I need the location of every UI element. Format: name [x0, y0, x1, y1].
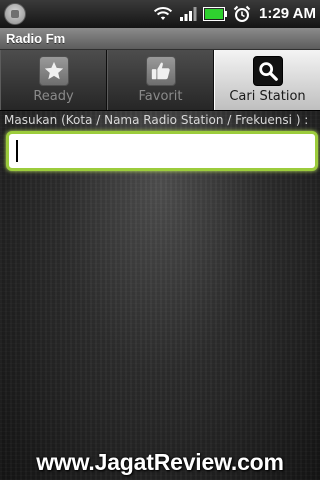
search-panel: Masukan (Kota / Nama Radio Station / Fre… — [0, 111, 320, 480]
signal-icon — [180, 7, 197, 21]
tab-favorit-label: Favorit — [138, 89, 183, 104]
thumbs-up-icon — [145, 56, 176, 86]
tab-cari-station-label: Cari Station — [229, 89, 306, 104]
tab-favorit[interactable]: Favorit — [107, 50, 214, 110]
search-icon — [252, 56, 283, 86]
battery-icon — [203, 7, 228, 21]
search-label: Masukan (Kota / Nama Radio Station / Fre… — [4, 113, 309, 127]
clock-time: 1:29 AM — [259, 5, 316, 22]
status-icons: 1:29 AM — [153, 3, 316, 25]
tab-ready[interactable]: Ready — [0, 50, 107, 110]
alarm-icon — [233, 5, 251, 22]
title-bar: Radio Fm — [0, 28, 320, 50]
screen: 1:29 AM Radio Fm Ready Favorit Cari Stat… — [0, 0, 320, 480]
watermark: www.JagatReview.com — [36, 449, 284, 475]
tab-bar: Ready Favorit Cari Station — [0, 50, 320, 111]
notification-icon[interactable] — [4, 3, 26, 25]
status-bar: 1:29 AM — [0, 0, 320, 28]
app-title: Radio Fm — [6, 31, 66, 46]
search-input[interactable] — [6, 131, 318, 171]
tab-cari-station[interactable]: Cari Station — [214, 50, 320, 110]
tab-ready-label: Ready — [33, 89, 74, 104]
star-icon — [38, 56, 69, 86]
text-cursor — [16, 140, 18, 162]
wifi-icon — [153, 7, 173, 20]
